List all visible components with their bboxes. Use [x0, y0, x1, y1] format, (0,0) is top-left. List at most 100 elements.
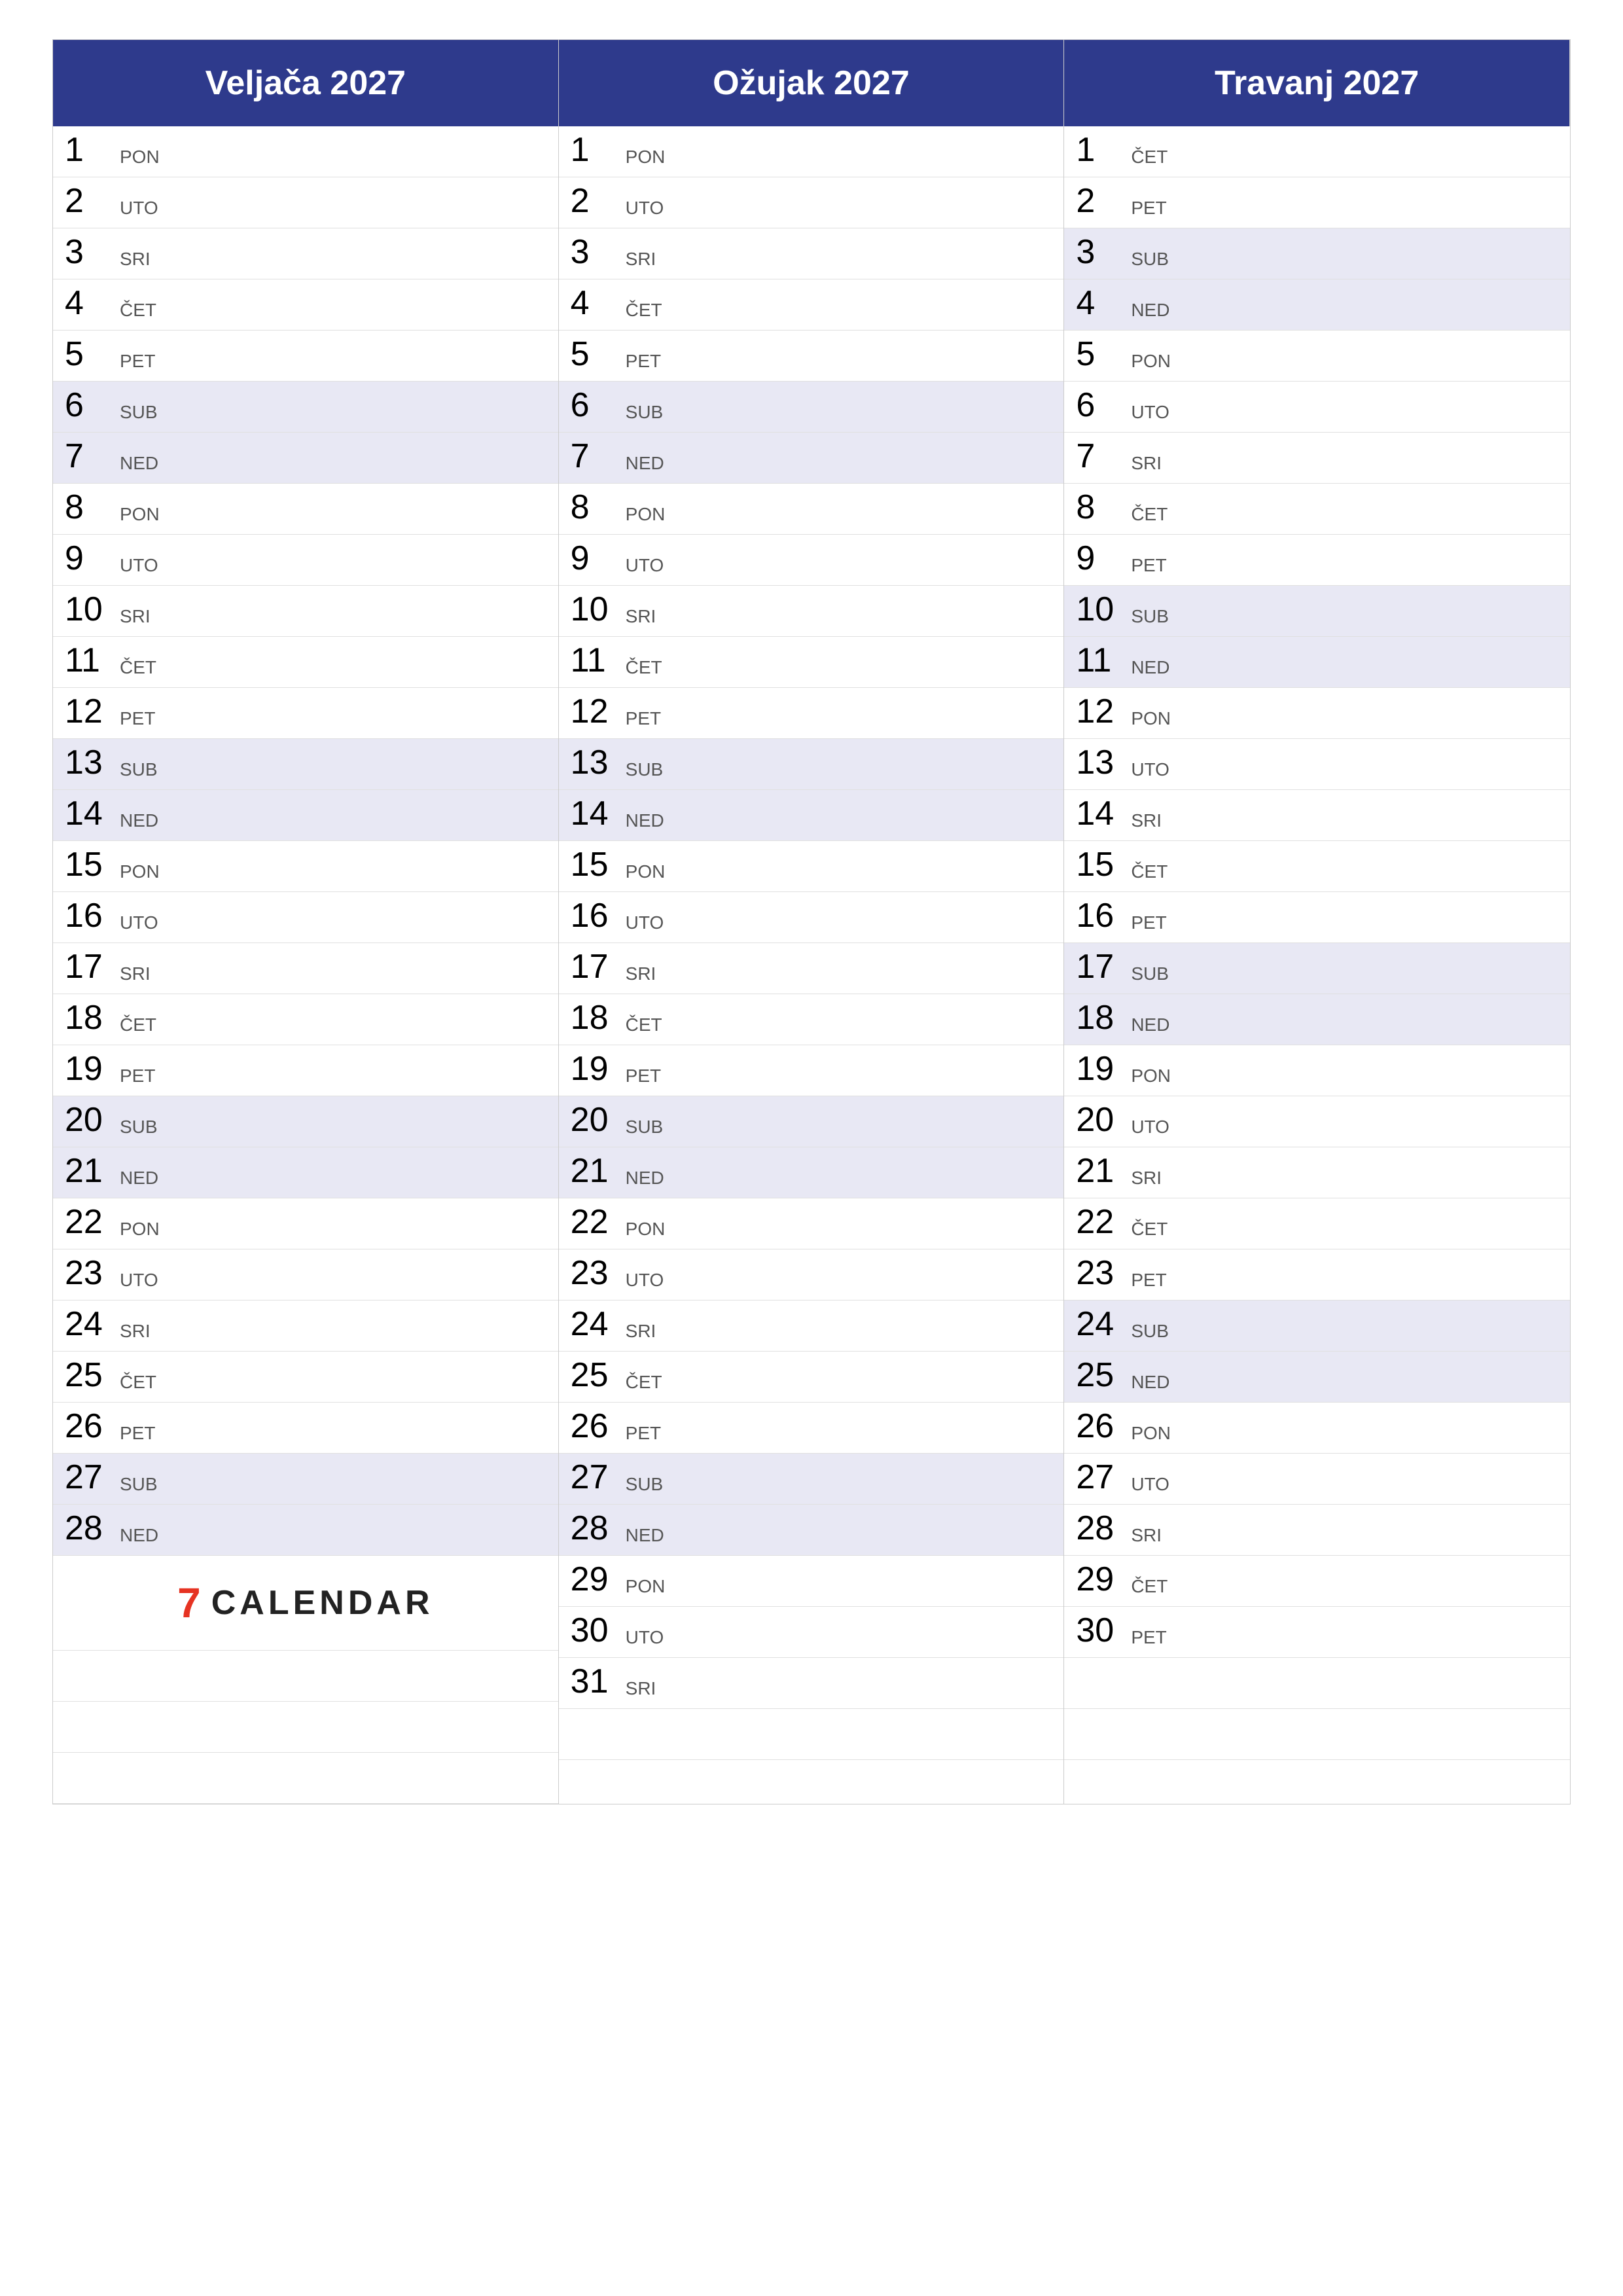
day-number: 9 — [571, 541, 623, 575]
day-number: 26 — [571, 1409, 623, 1443]
day-number: 2 — [65, 184, 117, 218]
day-row: 25ČET — [559, 1352, 1064, 1403]
day-number: 27 — [1076, 1460, 1128, 1494]
day-row: 25NED — [1064, 1352, 1570, 1403]
day-number: 19 — [65, 1052, 117, 1086]
day-row: 31SRI — [559, 1658, 1064, 1709]
day-number: 19 — [571, 1052, 623, 1086]
calendar-logo-icon: 7 — [177, 1582, 201, 1624]
day-row: 28SRI — [1064, 1505, 1570, 1556]
day-row: 14SRI — [1064, 790, 1570, 841]
day-number: 4 — [1076, 286, 1128, 320]
day-name: ČET — [1131, 863, 1168, 885]
day-number: 3 — [65, 235, 117, 269]
day-row: 20UTO — [1064, 1096, 1570, 1147]
day-name: SUB — [1131, 965, 1169, 987]
day-name: SRI — [120, 250, 151, 272]
day-row: 15PON — [559, 841, 1064, 892]
day-row: 17SRI — [53, 943, 558, 994]
day-number: 11 — [571, 643, 623, 677]
day-number: 4 — [65, 286, 117, 320]
day-number: 18 — [1076, 1001, 1128, 1035]
day-number: 14 — [571, 797, 623, 831]
day-name: UTO — [626, 1628, 664, 1651]
day-name: SUB — [626, 403, 664, 425]
empty-cell — [1064, 1658, 1570, 1709]
day-number: 12 — [1076, 694, 1128, 728]
day-row: 10SRI — [53, 586, 558, 637]
day-name: NED — [120, 1526, 158, 1549]
day-name: PON — [626, 505, 666, 528]
day-name: UTO — [1131, 403, 1169, 425]
day-row: 3SUB — [1064, 228, 1570, 279]
day-number: 23 — [1076, 1256, 1128, 1290]
day-number: 16 — [65, 899, 117, 933]
day-row: 18ČET — [53, 994, 558, 1045]
day-number: 27 — [571, 1460, 623, 1494]
day-row: 5PET — [559, 331, 1064, 382]
day-name: PON — [1131, 1424, 1171, 1446]
day-name: PET — [1131, 1628, 1166, 1651]
day-row: 5PON — [1064, 331, 1570, 382]
empty-cell — [559, 1709, 1064, 1760]
calendar-logo-text: CALENDAR — [211, 1583, 434, 1623]
day-row: 29ČET — [1064, 1556, 1570, 1607]
day-row: 4ČET — [559, 279, 1064, 331]
day-row: 26PET — [559, 1403, 1064, 1454]
day-number: 5 — [65, 337, 117, 371]
day-row: 26PET — [53, 1403, 558, 1454]
month-header-0: Veljača 2027 — [53, 40, 559, 126]
day-row: 9UTO — [53, 535, 558, 586]
day-row: 28NED — [53, 1505, 558, 1556]
day-name: NED — [626, 1526, 664, 1549]
day-number: 14 — [65, 797, 117, 831]
day-name: ČET — [1131, 1577, 1168, 1600]
day-name: NED — [626, 454, 664, 476]
day-number: 28 — [571, 1511, 623, 1545]
day-name: SRI — [626, 607, 656, 630]
day-name: NED — [120, 1169, 158, 1191]
day-name: ČET — [1131, 505, 1168, 528]
day-number: 16 — [1076, 899, 1128, 933]
day-row: 7NED — [53, 433, 558, 484]
day-number: 31 — [571, 1664, 623, 1698]
day-row: 20SUB — [559, 1096, 1064, 1147]
day-number: 13 — [571, 745, 623, 780]
day-name: ČET — [1131, 148, 1168, 170]
day-row: 22PON — [559, 1198, 1064, 1249]
day-name: SUB — [1131, 250, 1169, 272]
month-col-1: 1PON2UTO3SRI4ČET5PET6SUB7NED8PON9UTO10SR… — [559, 126, 1065, 1804]
day-name: PET — [626, 709, 661, 732]
day-row: 10SUB — [1064, 586, 1570, 637]
day-name: NED — [626, 1169, 664, 1191]
day-row: 4ČET — [53, 279, 558, 331]
day-number: 25 — [65, 1358, 117, 1392]
day-name: PON — [1131, 709, 1171, 732]
day-number: 9 — [65, 541, 117, 575]
day-name: NED — [1131, 1016, 1169, 1038]
day-row: 17SUB — [1064, 943, 1570, 994]
day-number: 29 — [1076, 1562, 1128, 1596]
day-name: PET — [1131, 914, 1166, 936]
day-number: 17 — [571, 950, 623, 984]
day-row: 10SRI — [559, 586, 1064, 637]
day-number: 15 — [571, 848, 623, 882]
day-name: PET — [1131, 1271, 1166, 1293]
day-number: 26 — [65, 1409, 117, 1443]
day-number: 15 — [65, 848, 117, 882]
empty-cell — [53, 1651, 558, 1702]
day-name: SUB — [120, 1475, 158, 1498]
empty-cell — [53, 1702, 558, 1753]
day-number: 6 — [1076, 388, 1128, 422]
day-number: 7 — [65, 439, 117, 473]
day-name: PON — [626, 148, 666, 170]
day-number: 2 — [1076, 184, 1128, 218]
day-row: 12PET — [559, 688, 1064, 739]
day-row: 6UTO — [1064, 382, 1570, 433]
day-name: UTO — [626, 1271, 664, 1293]
day-row: 4NED — [1064, 279, 1570, 331]
day-number: 25 — [571, 1358, 623, 1392]
day-row: 19PET — [559, 1045, 1064, 1096]
day-name: PET — [626, 1424, 661, 1446]
day-row: 3SRI — [559, 228, 1064, 279]
